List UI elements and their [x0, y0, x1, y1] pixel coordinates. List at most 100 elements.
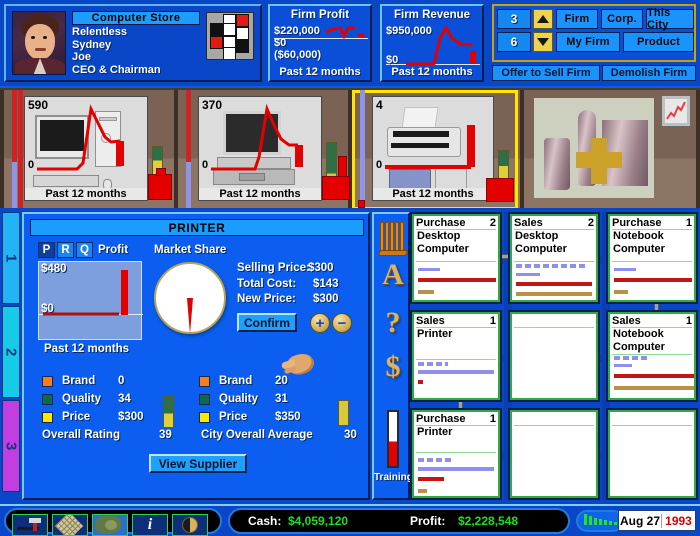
card-line-1: Notebook — [613, 328, 664, 340]
prq-button-p[interactable]: P — [38, 242, 55, 258]
hand-cursor-icon — [285, 350, 317, 378]
ceo-role: CEO & Chairman — [72, 63, 161, 76]
card-header: Sales 2 — [514, 216, 594, 230]
swatch-price-mine — [42, 412, 53, 423]
offer-to-sell-firm-button[interactable]: Offer to Sell Firm — [492, 65, 600, 81]
firm-revenue-card[interactable]: Firm Revenue $950,000 $0 Past 12 months — [380, 4, 484, 82]
finance-icon[interactable]: $ — [374, 350, 412, 384]
card-count: 2 — [587, 216, 594, 229]
tool-icon-column: A ? $ Training — [372, 212, 413, 500]
clock-icon[interactable] — [172, 514, 208, 536]
card-header: Purchase 1 — [416, 412, 496, 426]
label-brand-city: Brand — [219, 375, 253, 387]
product-sparkline-desktop — [37, 104, 124, 171]
build-hammer-icon[interactable] — [12, 514, 48, 536]
product-card-printer[interactable]: 4 0 Past 12 months — [372, 96, 494, 201]
grid-card-3[interactable]: Sales 1 Printer — [410, 310, 502, 402]
top-bar: Computer Store Relentless Sydney Joe CEO… — [0, 0, 700, 88]
card-type: Sales — [612, 314, 641, 327]
value-quality-city: 31 — [275, 393, 288, 405]
side-tab-2[interactable]: 2 — [2, 306, 20, 398]
help-icon[interactable]: ? — [374, 306, 412, 340]
product-footer-desktop: Past 12 months — [25, 188, 147, 200]
firm-profit-card[interactable]: Firm Profit $220,000 $0 ($60,000) Past 1… — [268, 4, 372, 82]
scope-my-firm-button[interactable]: My Firm — [556, 32, 620, 52]
demolish-firm-button[interactable]: Demolish Firm — [602, 65, 696, 81]
grid-card-2[interactable]: Purchase 1 Notebook Computer — [606, 212, 698, 304]
shelf-bay-printer[interactable]: 4 0 Past 12 months — [352, 90, 518, 210]
date-display[interactable]: Aug 27 1993 — [618, 510, 696, 531]
card-count: 2 — [489, 216, 496, 229]
grid-card-6[interactable]: Purchase 1 Printer — [410, 408, 502, 500]
label-quality-city: Quality — [219, 393, 258, 405]
cash-value: $4,059,120 — [288, 514, 349, 528]
product-zero-desktop: 0 — [28, 159, 35, 171]
profit-graph: $480 $0 — [38, 261, 143, 340]
confirm-button[interactable]: Confirm — [237, 313, 297, 332]
shelf-bay-desktop[interactable]: 590 0 Past 12 months — [4, 90, 174, 210]
new-price-label: New Price: — [237, 293, 296, 305]
value-quality-mine: 34 — [118, 393, 131, 405]
scope-firm-button[interactable]: Firm — [556, 9, 598, 29]
card-header: Purchase 2 — [416, 216, 496, 230]
label-quality-mine: Quality — [62, 393, 101, 405]
plus-icon[interactable]: + — [310, 313, 330, 333]
arrow-down-icon[interactable] — [533, 32, 553, 52]
card-line-2: Computer — [417, 243, 469, 255]
card-count: 1 — [489, 314, 496, 327]
arrow-up-icon[interactable] — [533, 9, 553, 29]
training-thermometer-icon[interactable] — [387, 410, 399, 468]
profit-label: Profit — [98, 244, 129, 256]
world-map-icon[interactable] — [92, 514, 128, 536]
swatch-price-city — [199, 412, 210, 423]
profit-sparkline — [43, 270, 128, 316]
total-cost-label: Total Cost: — [237, 278, 297, 290]
card-line-1: Printer — [417, 426, 453, 438]
product-card-notebook[interactable]: 370 0 Past 12 months — [198, 96, 322, 201]
product-card-desktop[interactable]: 590 0 Past 12 months — [24, 96, 148, 201]
city-map-icon[interactable] — [52, 514, 88, 536]
status-bar: i Cash: $4,059,120 Profit: $2,228,548 Au… — [0, 504, 700, 536]
card-line-1: Printer — [417, 328, 453, 340]
speed-gauge-icon[interactable] — [576, 510, 624, 532]
product-footer-printer: Past 12 months — [373, 188, 493, 200]
panel-title: PRINTER — [30, 219, 364, 236]
new-price-value: $300 — [313, 293, 339, 305]
advertising-icon[interactable]: A — [374, 258, 412, 292]
store-title[interactable]: Computer Store — [72, 11, 200, 25]
firm-revenue-footer: Past 12 months — [391, 66, 473, 78]
minus-icon[interactable]: − — [332, 313, 352, 333]
scope-corp-button[interactable]: Corp. — [601, 9, 643, 29]
prq-button-r[interactable]: R — [57, 242, 74, 258]
card-count: 1 — [685, 216, 692, 229]
training-label: Training — [374, 472, 413, 483]
grid-card-1[interactable]: Sales 2 Desktop Computer — [508, 212, 600, 304]
card-type: Purchase — [612, 216, 662, 229]
side-tab-3[interactable]: 3 — [2, 400, 20, 492]
shelf-bay-display[interactable] — [524, 90, 696, 210]
ceo-portrait-icon — [12, 11, 66, 75]
scope-this-city-button[interactable]: This City — [646, 7, 694, 31]
profit-value: $2,228,548 — [458, 514, 519, 528]
profit-footer: Past 12 months — [44, 343, 129, 355]
grid-card-7[interactable] — [508, 408, 600, 500]
label-price-city: Price — [219, 411, 248, 423]
grid-card-0[interactable]: Purchase 2 Desktop Computer — [410, 212, 502, 304]
cash-label: Cash: — [248, 514, 282, 528]
card-header — [612, 412, 692, 426]
side-tab-1[interactable]: 1 — [2, 212, 20, 304]
city-average-label: City Overall Average — [201, 429, 313, 441]
firm-profit-sparkline — [325, 26, 364, 40]
prq-button-q[interactable]: Q — [76, 242, 93, 258]
label-price-mine: Price — [62, 411, 91, 423]
shelf-bay-notebook[interactable]: 370 0 Past 12 months — [178, 90, 350, 210]
grid-card-4[interactable] — [508, 310, 600, 402]
books-icon[interactable] — [377, 220, 409, 256]
total-cost-value: $143 — [313, 278, 339, 290]
info-icon[interactable]: i — [132, 514, 168, 536]
scope-product-button[interactable]: Product — [623, 32, 694, 52]
view-supplier-button[interactable]: View Supplier — [149, 454, 247, 473]
firm-profit-footer: Past 12 months — [279, 66, 361, 78]
grid-card-8[interactable] — [606, 408, 698, 500]
grid-card-5[interactable]: Sales 1 Notebook Computer — [606, 310, 698, 402]
